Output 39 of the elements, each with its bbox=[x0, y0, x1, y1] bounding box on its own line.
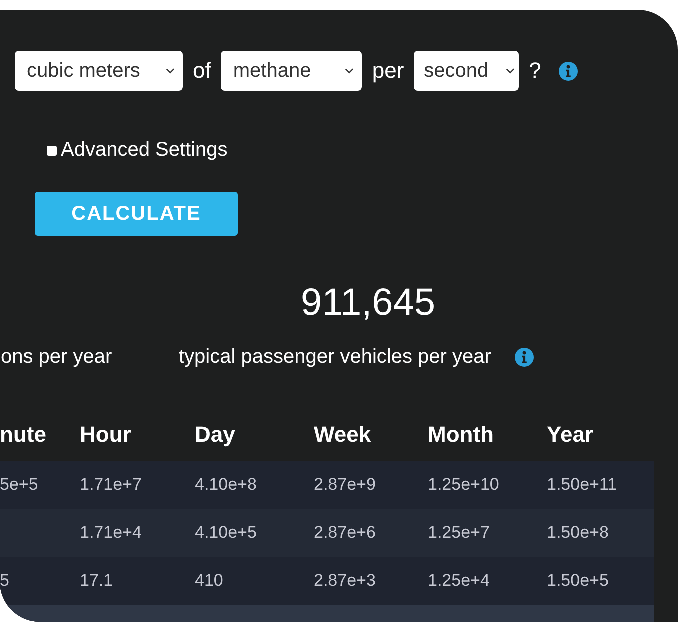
table-cell: 1.25e+10 bbox=[428, 475, 500, 494]
table-cell: 5e+5 bbox=[0, 475, 38, 494]
info-icon[interactable] bbox=[559, 62, 578, 80]
question-mark: ? bbox=[529, 58, 542, 84]
table-cell: 1.71e+4 bbox=[80, 523, 142, 542]
caret-icon bbox=[345, 68, 354, 74]
table-cell: 1.50e+8 bbox=[547, 523, 609, 542]
period-dropdown[interactable]: second bbox=[414, 51, 520, 91]
table-cell: 2.87e+9 bbox=[314, 475, 376, 494]
result-label: ons per year bbox=[1, 346, 112, 369]
advanced-settings-label: Advanced Settings bbox=[61, 139, 228, 162]
caret-icon bbox=[506, 68, 516, 74]
table-cell: 1.25e+4 bbox=[428, 571, 490, 590]
column-header: Year bbox=[547, 409, 654, 461]
column-header: Hour bbox=[80, 409, 195, 461]
table-cell: 1.71e+7 bbox=[80, 475, 142, 494]
info-icon[interactable] bbox=[515, 348, 534, 367]
per-label: per bbox=[372, 58, 404, 84]
result-label: typical passenger vehicles per year bbox=[179, 346, 492, 369]
column-header: nute bbox=[0, 409, 80, 461]
column-header: Month bbox=[428, 409, 547, 461]
table-cell: 4.10e+8 bbox=[195, 475, 257, 494]
table-cell: 17.1 bbox=[80, 571, 114, 590]
table-cell: 2.87e+6 bbox=[314, 523, 376, 542]
table-cell: 2.87e+3 bbox=[314, 571, 376, 590]
table-cell: 5 bbox=[0, 571, 10, 590]
advanced-settings-checkbox[interactable] bbox=[47, 146, 57, 156]
caret-icon bbox=[166, 68, 175, 74]
table-cell: 1.50e+5 bbox=[547, 571, 609, 590]
table-cell: 4.10e+5 bbox=[195, 523, 257, 542]
column-header: Week bbox=[314, 409, 428, 461]
of-label: of bbox=[193, 58, 212, 84]
result-value: 911,645 bbox=[300, 282, 436, 324]
unit-dropdown[interactable]: cubic meters bbox=[15, 51, 183, 91]
table-cell: 1.50e+11 bbox=[547, 475, 618, 494]
gas-dropdown[interactable]: methane bbox=[221, 51, 362, 91]
column-header: Day bbox=[195, 409, 314, 461]
table-cell: 1.25e+7 bbox=[428, 523, 490, 542]
table-cell: 410 bbox=[195, 571, 224, 590]
